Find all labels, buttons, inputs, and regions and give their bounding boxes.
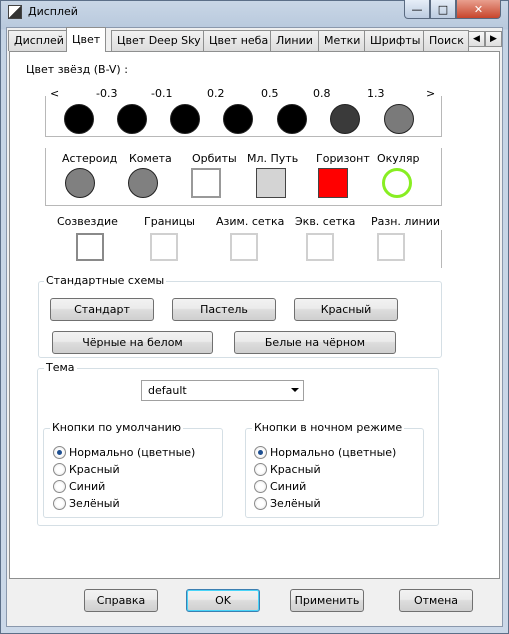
misc-lines-color-swatch[interactable]	[377, 233, 405, 261]
default-buttons-green-label: Зелёный	[69, 497, 120, 510]
night-buttons-blue-label: Синий	[270, 480, 307, 493]
default-buttons-normal-label: Нормально (цветные)	[69, 446, 196, 459]
star-color-swatch[interactable]	[117, 104, 147, 134]
comet-label: Комета	[129, 152, 172, 165]
equatorial-grid-color-swatch[interactable]	[306, 233, 334, 261]
row-divider	[45, 136, 442, 137]
scheme-red-button[interactable]: Красный	[294, 298, 398, 321]
orbits-label: Орбиты	[192, 152, 237, 165]
close-button[interactable]: ✕	[456, 0, 501, 19]
window-title: Дисплей	[28, 5, 78, 18]
azimuth-grid-label: Азим. сетка	[216, 215, 285, 228]
star-color-swatch[interactable]	[384, 104, 414, 134]
tab-color[interactable]: Цвет	[66, 27, 107, 52]
tab-lines[interactable]: Линии	[270, 30, 319, 51]
help-button[interactable]: Справка	[84, 589, 158, 612]
bv-tick: -0.1	[151, 87, 173, 100]
horizon-label: Горизонт	[316, 152, 370, 165]
star-colors-right-marker: >	[426, 87, 436, 100]
horizon-color-swatch[interactable]	[318, 168, 348, 198]
tab-page-color: Цвет звёзд (B-V) : < -0.3 -0.1 0.2 0.5 0…	[9, 51, 500, 579]
star-color-swatch[interactable]	[170, 104, 200, 134]
default-buttons-blue-label: Синий	[69, 480, 106, 493]
orbits-color-swatch[interactable]	[191, 168, 221, 198]
night-buttons-red-label: Красный	[270, 463, 321, 476]
star-color-swatch[interactable]	[277, 104, 307, 134]
boundaries-label: Границы	[144, 215, 195, 228]
bv-tick: 0.8	[313, 87, 331, 100]
scheme-white-on-black-button[interactable]: Белые на чёрном	[234, 331, 396, 354]
maximize-icon: □	[437, 2, 449, 16]
tab-deep-sky-color[interactable]: Цвет Deep Sky	[111, 30, 207, 51]
tab-scroll-right-icon[interactable]: ▶	[485, 31, 502, 47]
asteroid-color-swatch[interactable]	[65, 168, 95, 198]
night-buttons-normal-label: Нормально (цветные)	[270, 446, 397, 459]
boundaries-color-swatch[interactable]	[150, 233, 178, 261]
standard-schemes-title: Стандартные схемы	[44, 274, 167, 287]
tab-search[interactable]: Поиск	[423, 30, 469, 51]
theme-select-value: default	[148, 384, 187, 397]
chevron-down-icon	[291, 388, 299, 392]
ok-button[interactable]: OK	[186, 589, 260, 612]
row-divider	[441, 148, 442, 206]
app-icon	[8, 5, 22, 19]
bv-tick: 1.3	[367, 87, 385, 100]
star-color-swatch[interactable]	[223, 104, 253, 134]
minimize-icon: —	[411, 2, 423, 16]
star-color-swatch[interactable]	[330, 104, 360, 134]
asteroid-label: Астероид	[62, 152, 118, 165]
default-buttons-normal-radio[interactable]	[53, 446, 66, 459]
tab-sky-color[interactable]: Цвет неба	[203, 30, 275, 51]
tab-scroll: ◀ ▶	[468, 31, 502, 47]
bv-tick: -0.3	[96, 87, 118, 100]
azimuth-grid-color-swatch[interactable]	[230, 233, 258, 261]
row-divider	[45, 205, 442, 206]
milky-way-label: Мл. Путь	[247, 152, 299, 165]
tab-labels[interactable]: Метки	[318, 30, 367, 51]
misc-lines-label: Разн. линии	[371, 215, 441, 228]
default-buttons-blue-radio[interactable]	[53, 480, 66, 493]
star-colors-left-marker: <	[50, 87, 60, 100]
night-buttons-title: Кнопки в ночном режиме	[252, 421, 405, 434]
scheme-standard-button[interactable]: Стандарт	[50, 298, 154, 321]
constellation-label: Созвездие	[57, 215, 118, 228]
star-color-swatch[interactable]	[64, 104, 94, 134]
bv-tick: 0.5	[261, 87, 279, 100]
close-icon: ✕	[473, 2, 484, 16]
night-buttons-normal-radio[interactable]	[254, 446, 267, 459]
milky-way-color-swatch[interactable]	[256, 168, 286, 198]
night-buttons-red-radio[interactable]	[254, 463, 267, 476]
title-bar[interactable]: Дисплей — □ ✕	[0, 0, 509, 26]
default-buttons-red-label: Красный	[69, 463, 120, 476]
night-buttons-green-label: Зелёный	[270, 497, 321, 510]
tab-fonts[interactable]: Шрифты	[364, 30, 427, 51]
night-buttons-green-radio[interactable]	[254, 497, 267, 510]
night-buttons-blue-radio[interactable]	[254, 480, 267, 493]
scheme-black-on-white-button[interactable]: Чёрные на белом	[52, 331, 213, 354]
eyepiece-label: Окуляр	[377, 152, 420, 165]
tab-display[interactable]: Дисплей	[8, 30, 70, 51]
row-divider	[441, 96, 442, 136]
row-divider	[45, 96, 46, 136]
star-colors-label: Цвет звёзд (B-V) :	[26, 63, 128, 76]
default-buttons-red-radio[interactable]	[53, 463, 66, 476]
apply-button[interactable]: Применить	[290, 589, 364, 612]
minimize-button[interactable]: —	[404, 0, 430, 19]
bv-tick: 0.2	[207, 87, 225, 100]
comet-color-swatch[interactable]	[128, 168, 158, 198]
maximize-button[interactable]: □	[430, 0, 456, 19]
theme-title: Тема	[44, 361, 77, 374]
row-divider	[441, 230, 442, 268]
row-divider	[45, 148, 46, 206]
default-buttons-green-radio[interactable]	[53, 497, 66, 510]
equatorial-grid-label: Экв. сетка	[295, 215, 356, 228]
cancel-button[interactable]: Отмена	[399, 589, 473, 612]
eyepiece-color-swatch[interactable]	[382, 168, 412, 198]
theme-select[interactable]: default	[141, 380, 304, 401]
default-buttons-title: Кнопки по умолчанию	[50, 421, 184, 434]
constellation-color-swatch[interactable]	[76, 233, 104, 261]
scheme-pastel-button[interactable]: Пастель	[172, 298, 276, 321]
tab-scroll-left-icon[interactable]: ◀	[468, 31, 485, 47]
